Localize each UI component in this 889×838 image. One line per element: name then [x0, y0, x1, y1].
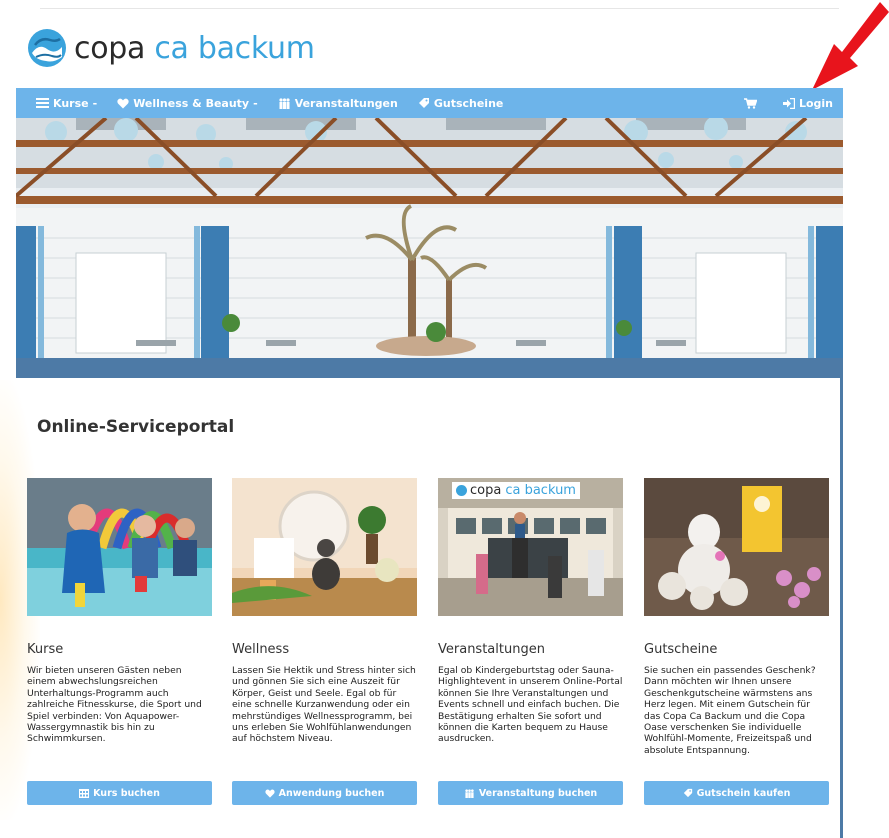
- nav-item-wellness[interactable]: Wellness & Beauty -: [117, 97, 258, 110]
- card-desc-veranstaltungen: Egal ob Kindergeburtstag oder Sauna-High…: [438, 665, 623, 745]
- logo-wave-icon: [456, 485, 467, 496]
- card-photo-veranstaltungen: copa ca backum: [438, 478, 623, 616]
- card-desc-kurse: Wir bieten unseren Gästen neben einem ab…: [27, 665, 202, 745]
- card-title-veranstaltungen: Veranstaltungen: [438, 642, 545, 657]
- login-label: Login: [798, 96, 833, 110]
- nav-label-kurse: Kurse: [53, 96, 89, 110]
- hero-banner-image: [16, 118, 843, 358]
- anwendung-buchen-button[interactable]: Anwendung buchen: [232, 781, 417, 805]
- cart-icon: [743, 97, 757, 109]
- chevron-down-icon: -: [253, 96, 258, 110]
- card-kurse: Kurse Wir bieten unseren Gästen neben ei…: [27, 478, 212, 745]
- logo-word-cabackum: ca backum: [154, 30, 315, 66]
- card-desc-wellness: Lassen Sie Hektik und Stress hinter sich…: [232, 665, 416, 745]
- card-desc-gutscheine: Sie suchen ein passendes Geschenk? Dann …: [644, 665, 816, 756]
- people-icon: [279, 97, 290, 109]
- tag-icon: [418, 98, 429, 108]
- card-title-wellness: Wellness: [232, 642, 290, 657]
- login-button[interactable]: Login: [782, 96, 833, 110]
- logo-word-copa: copa: [74, 30, 146, 66]
- anwendung-buchen-label: Anwendung buchen: [278, 787, 385, 799]
- card-photo-wellness: [232, 478, 417, 616]
- card-title-gutscheine: Gutscheine: [644, 642, 718, 657]
- top-divider: [40, 8, 839, 9]
- nav-item-kurse[interactable]: Kurse -: [36, 97, 97, 110]
- nav-right-group: Login: [722, 97, 833, 110]
- nav-label-wellness: Wellness & Beauty: [133, 96, 250, 110]
- table-icon: [79, 788, 90, 798]
- nav-item-gutscheine[interactable]: Gutscheine: [418, 96, 504, 110]
- kurs-buchen-button[interactable]: Kurs buchen: [27, 781, 212, 805]
- chevron-down-icon: -: [92, 96, 98, 110]
- gutschein-kaufen-button[interactable]: Gutschein kaufen: [644, 781, 829, 805]
- sign-word-cabackum: ca backum: [505, 483, 576, 498]
- page-title: Online-Serviceportal: [37, 417, 235, 437]
- veranstaltung-buchen-label: Veranstaltung buchen: [478, 787, 598, 799]
- gutschein-kaufen-label: Gutschein kaufen: [696, 787, 791, 799]
- veranstaltung-buchen-button[interactable]: Veranstaltung buchen: [438, 781, 623, 805]
- card-gutscheine: Gutscheine Sie suchen ein passendes Gesc…: [644, 478, 829, 756]
- heart-icon: [117, 98, 129, 108]
- tag-icon: [683, 788, 692, 798]
- card-photo-gutscheine: [644, 478, 829, 616]
- nav-label-gutscheine: Gutscheine: [433, 96, 504, 110]
- card-photo-kurse: [27, 478, 212, 616]
- nav-label-veranstaltungen: Veranstaltungen: [294, 96, 398, 110]
- people-icon: [465, 788, 474, 798]
- hero-bottom-band: [16, 358, 843, 378]
- logo-wave-icon: [28, 29, 66, 67]
- red-arrow-icon: [812, 2, 889, 90]
- logo-text: copa ca backum: [74, 31, 315, 66]
- main-navbar: Kurse - Wellness & Beauty - Veranstaltun…: [16, 88, 843, 118]
- login-icon: [782, 97, 795, 109]
- heart-icon: [265, 789, 275, 798]
- nav-item-veranstaltungen[interactable]: Veranstaltungen: [278, 97, 398, 110]
- cart-button[interactable]: [743, 97, 761, 109]
- card-wellness: Wellness Lassen Sie Hektik und Stress hi…: [232, 478, 417, 745]
- sign-word-copa: copa: [470, 483, 502, 498]
- card-title-kurse: Kurse: [27, 642, 64, 657]
- list-icon: [36, 98, 49, 108]
- content-right-border: [840, 358, 843, 838]
- card-veranstaltungen: copa ca backum Veranstaltungen Egal ob K…: [438, 478, 623, 745]
- site-logo[interactable]: copa ca backum: [26, 26, 315, 70]
- photo-sign-logo: copa ca backum: [452, 482, 580, 499]
- kurs-buchen-label: Kurs buchen: [93, 787, 160, 799]
